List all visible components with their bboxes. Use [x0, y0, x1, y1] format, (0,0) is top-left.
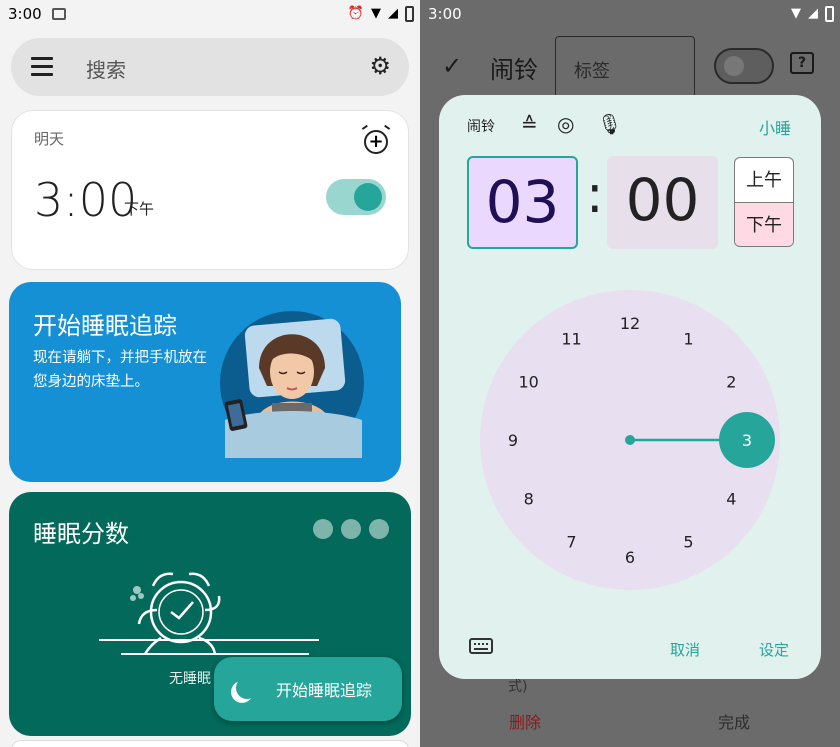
- dial-number-4[interactable]: 4: [726, 490, 736, 509]
- am-option[interactable]: 上午: [735, 158, 793, 203]
- toggle-knob: [354, 183, 382, 211]
- cancel-button[interactable]: 取消: [670, 639, 700, 660]
- no-sleep-data-text: 无睡眠: [169, 671, 211, 687]
- alarm-status-icon: ⏰: [347, 6, 364, 21]
- keyboard-icon[interactable]: [469, 638, 493, 654]
- alarm-day: 明天: [34, 130, 65, 148]
- sleeping-person-illustration: [220, 311, 364, 458]
- alarm-enable-toggle[interactable]: [714, 48, 774, 84]
- time-picker-dialog: 闹铃 ≙ ◎ 🎙 小睡 03 : 00 上午 下午 12 1 2 3 4 5 6 7 8 9 10 1…: [439, 95, 821, 679]
- nap-tab[interactable]: 小睡: [759, 115, 791, 139]
- time-separator: :: [586, 165, 604, 225]
- alarm-home-screen: 3:00 ⏰ ▼ ◢ 搜索 ⚙ 明天 + 3:00 下午 开始睡眠追踪 现在请躺…: [0, 0, 420, 747]
- more-dots-icon[interactable]: [313, 519, 389, 539]
- status-time: 3:00: [428, 5, 462, 23]
- dial-number-7[interactable]: 7: [566, 532, 576, 551]
- dial-number-6[interactable]: 6: [625, 548, 635, 567]
- clock-center-dot: [625, 435, 635, 445]
- alarm-tab-label[interactable]: 闹铃: [467, 116, 495, 136]
- sleep-tracking-card[interactable]: 开始睡眠追踪 现在请躺下，并把手机放在您身边的床垫上。: [9, 282, 401, 482]
- minute-input[interactable]: 00: [607, 156, 718, 249]
- dial-number-1[interactable]: 1: [683, 330, 693, 349]
- wifi-icon: ▼: [791, 6, 801, 21]
- underlay-text-fragment: 式): [508, 679, 528, 695]
- label-field[interactable]: 标签: [555, 36, 695, 98]
- image-notification-icon: [52, 8, 66, 20]
- alarm-time[interactable]: 3:00: [34, 173, 137, 227]
- alarm-clock-illustration: [99, 572, 319, 655]
- search-placeholder[interactable]: 搜索: [86, 54, 126, 83]
- status-time: 3:00: [8, 5, 42, 23]
- dial-number-8[interactable]: 8: [524, 490, 534, 509]
- check-icon[interactable]: ✓: [442, 52, 462, 80]
- menu-icon[interactable]: [31, 57, 53, 77]
- battery-icon: [405, 6, 414, 22]
- battery-icon: [825, 6, 834, 22]
- dial-number-5[interactable]: 5: [683, 532, 693, 551]
- ampm-selector[interactable]: 上午 下午: [734, 157, 794, 247]
- fab-label: 开始睡眠追踪: [276, 681, 373, 700]
- status-bar: 3:00 ▼ ◢: [420, 0, 840, 30]
- edit-title: 闹铃: [490, 56, 538, 84]
- signal-icon: ◢: [388, 6, 398, 21]
- dial-number-9[interactable]: 9: [508, 431, 518, 450]
- done-button[interactable]: 完成: [718, 709, 750, 733]
- set-button[interactable]: 设定: [759, 639, 789, 660]
- hour-value[interactable]: 03: [469, 168, 576, 236]
- pm-option[interactable]: 下午: [735, 203, 793, 246]
- help-icon[interactable]: ?: [790, 52, 814, 74]
- label-field-text[interactable]: 标签: [574, 57, 610, 83]
- dial-number-3[interactable]: 3: [742, 431, 752, 450]
- mic-icon[interactable]: 🎙: [597, 113, 622, 135]
- clock-dial[interactable]: 12 1 2 3 4 5 6 7 8 9 10 11: [480, 290, 780, 590]
- delete-button[interactable]: 删除: [509, 709, 541, 733]
- dial-number-12[interactable]: 12: [620, 314, 640, 333]
- status-bar: 3:00 ⏰ ▼ ◢: [0, 0, 420, 30]
- wifi-icon: ▼: [371, 6, 381, 21]
- minute-value[interactable]: 00: [607, 166, 718, 234]
- alarm-add-icon[interactable]: +: [364, 130, 388, 154]
- alarm-card[interactable]: 明天 + 3:00 下午: [11, 110, 409, 270]
- sleep-tracking-description: 现在请躺下，并把手机放在您身边的床垫上。: [33, 350, 207, 390]
- dial-number-2[interactable]: 2: [726, 373, 736, 392]
- alarm-ampm: 下午: [124, 200, 155, 218]
- start-sleep-tracking-button[interactable]: 开始睡眠追踪: [214, 657, 402, 721]
- gear-icon[interactable]: ⚙: [369, 53, 391, 79]
- moon-icon: [233, 674, 261, 702]
- hour-input[interactable]: 03: [467, 156, 578, 249]
- dial-number-10[interactable]: 10: [518, 373, 538, 392]
- sleep-tracking-title: 开始睡眠追踪: [33, 312, 177, 340]
- signal-icon: ◢: [808, 6, 818, 21]
- search-bar[interactable]: 搜索 ⚙: [11, 38, 409, 96]
- next-card-edge: [11, 740, 409, 747]
- alarm-toggle[interactable]: [326, 179, 386, 215]
- clock-dial-face[interactable]: 121234567891011: [480, 290, 780, 590]
- sunrise-icon[interactable]: ≙: [521, 113, 538, 135]
- target-icon[interactable]: ◎: [557, 113, 574, 135]
- dial-number-11[interactable]: 11: [561, 330, 581, 349]
- sleep-score-title: 睡眠分数: [33, 520, 129, 548]
